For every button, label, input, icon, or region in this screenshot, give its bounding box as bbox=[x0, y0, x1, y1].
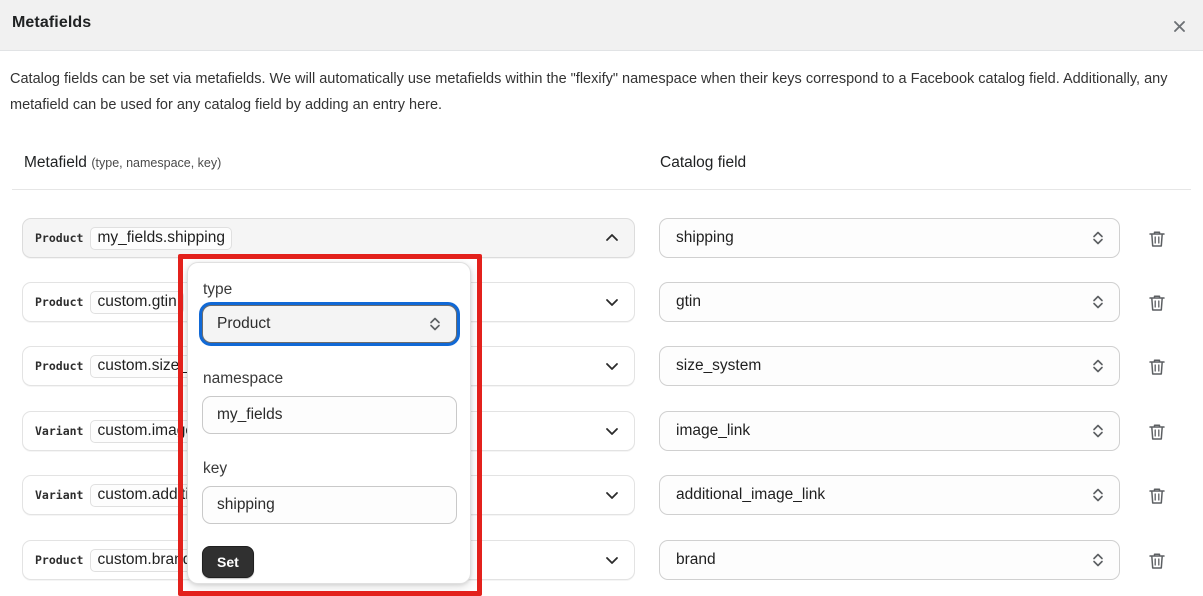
metafield-selector-0[interactable]: Product my_fields.shipping bbox=[22, 218, 635, 258]
metafield-type-badge: Variant bbox=[35, 488, 84, 502]
column-headers: Metafield (type, namespace, key) Catalog… bbox=[0, 152, 1203, 190]
catalog-field-value: shipping bbox=[676, 229, 734, 246]
metafield-value: custom.gtin bbox=[90, 290, 184, 314]
column-header-catalog-field-label: Catalog field bbox=[660, 154, 747, 171]
delete-row-button-5[interactable] bbox=[1144, 548, 1170, 574]
header-divider bbox=[12, 189, 1191, 190]
chevron-updown-icon bbox=[1093, 359, 1103, 373]
chevron-updown-icon bbox=[430, 317, 440, 331]
column-header-catalog-field: Catalog field bbox=[660, 154, 746, 172]
metafield-type-badge: Product bbox=[35, 553, 84, 567]
metafield-value: custom.brand bbox=[90, 548, 199, 572]
table-row: Variantcustom.additional_image_linkaddit… bbox=[0, 475, 1203, 515]
delete-row-button-2[interactable] bbox=[1144, 354, 1170, 380]
delete-row-button-3[interactable] bbox=[1144, 419, 1170, 445]
set-button[interactable]: Set bbox=[202, 546, 254, 578]
table-row: Product custom.gtin gtin bbox=[0, 282, 1203, 322]
trash-icon bbox=[1149, 359, 1165, 375]
catalog-field-value: brand bbox=[676, 551, 716, 568]
catalog-field-select-4[interactable]: additional_image_link bbox=[659, 475, 1120, 515]
chevron-updown-icon bbox=[1093, 488, 1103, 502]
catalog-field-select-2[interactable]: size_system bbox=[659, 346, 1120, 386]
catalog-field-select-1[interactable]: gtin bbox=[659, 282, 1120, 322]
delete-row-button-1[interactable] bbox=[1144, 290, 1170, 316]
chevron-down-icon bbox=[606, 299, 618, 306]
modal-description: Catalog fields can be set via metafields… bbox=[10, 71, 1168, 113]
trash-icon bbox=[1149, 553, 1165, 569]
chevron-updown-icon bbox=[1093, 295, 1103, 309]
column-header-metafield-label: Metafield bbox=[24, 154, 87, 171]
chevron-updown-icon bbox=[1093, 553, 1103, 567]
trash-icon bbox=[1149, 295, 1165, 311]
table-row: Product my_fields.shipping shipping bbox=[0, 218, 1203, 258]
catalog-field-value: additional_image_link bbox=[676, 486, 826, 503]
trash-icon bbox=[1149, 488, 1165, 504]
chevron-down-icon bbox=[606, 363, 618, 370]
table-row: Product custom.size_system size_system bbox=[0, 346, 1203, 386]
popover-namespace-label: namespace bbox=[203, 370, 284, 387]
catalog-field-value: gtin bbox=[676, 293, 701, 310]
page-title: Metafields bbox=[12, 14, 92, 31]
namespace-input-value: my_fields bbox=[217, 406, 283, 423]
chevron-updown-icon bbox=[1093, 424, 1103, 438]
chevron-down-icon bbox=[606, 492, 618, 499]
chevron-updown-icon bbox=[1093, 231, 1103, 245]
column-header-metafield: Metafield (type, namespace, key) bbox=[24, 154, 221, 172]
close-icon bbox=[1173, 20, 1185, 32]
type-select-value: Product bbox=[217, 315, 271, 332]
popover-type-label: type bbox=[203, 281, 233, 298]
metafield-type-badge: Product bbox=[35, 295, 84, 309]
metafield-type-badge: Product bbox=[35, 231, 84, 245]
catalog-field-select-0[interactable]: shipping bbox=[659, 218, 1120, 258]
key-input-value: shipping bbox=[217, 496, 275, 513]
column-header-metafield-hint: (type, namespace, key) bbox=[91, 156, 222, 170]
key-input[interactable]: shipping bbox=[202, 486, 457, 524]
metafield-value: my_fields.shipping bbox=[90, 226, 232, 250]
modal-header: Metafields bbox=[0, 0, 1203, 51]
catalog-field-select-3[interactable]: image_link bbox=[659, 411, 1120, 451]
popover-key-label: key bbox=[203, 460, 228, 477]
type-select[interactable]: Product bbox=[202, 305, 457, 343]
trash-icon bbox=[1149, 231, 1165, 247]
table-row: Product custom.brand brand bbox=[0, 540, 1203, 580]
chevron-down-icon bbox=[606, 428, 618, 435]
metafield-type-badge: Variant bbox=[35, 424, 84, 438]
table-row: Variant custom.image_link image_link bbox=[0, 411, 1203, 451]
metafield-editor-popover: type Product namespace my_fields key shi… bbox=[187, 262, 471, 584]
namespace-input[interactable]: my_fields bbox=[202, 396, 457, 434]
catalog-field-value: image_link bbox=[676, 422, 751, 439]
close-button[interactable] bbox=[1163, 10, 1195, 42]
metafield-type-badge: Product bbox=[35, 359, 84, 373]
chevron-up-icon bbox=[606, 234, 618, 241]
delete-row-button-4[interactable] bbox=[1144, 483, 1170, 509]
catalog-field-value: size_system bbox=[676, 357, 762, 374]
catalog-field-select-5[interactable]: brand bbox=[659, 540, 1120, 580]
chevron-down-icon bbox=[606, 557, 618, 564]
delete-row-button-0[interactable] bbox=[1144, 226, 1170, 252]
trash-icon bbox=[1149, 424, 1165, 440]
